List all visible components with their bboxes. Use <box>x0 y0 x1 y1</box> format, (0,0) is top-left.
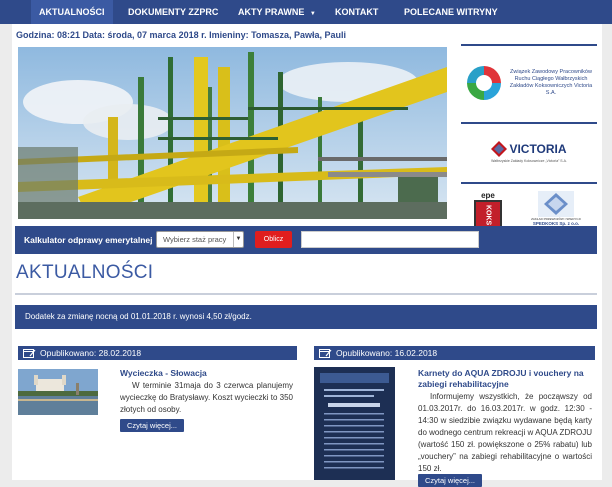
victoria-logo-subtext: Wałbrzyskie Zakłady Koksownicze „Victori… <box>491 159 567 163</box>
epe-logo-text: epe <box>481 191 495 200</box>
article-date-bar: Opublikowano: 16.02.2018 <box>314 346 595 360</box>
nav-item-dokumenty[interactable]: DOKUMENTY ZZPRC <box>128 0 218 24</box>
seniority-select[interactable]: Wybierz staż pracy ▼ <box>156 231 244 248</box>
calculator-label: Kalkulator odprawy emerytalnej <box>24 235 153 245</box>
calendar-edit-icon <box>23 349 36 358</box>
calendar-edit-icon <box>319 349 332 358</box>
spedkoks-logo-icon <box>538 191 574 217</box>
zzprc-logo-icon <box>467 66 501 100</box>
nav-item-aktualnosci[interactable]: AKTUALNOŚCI <box>31 0 113 24</box>
banner-image <box>18 47 447 219</box>
article-title[interactable]: Wycieczka - Słowacja <box>120 368 296 379</box>
industrial-plant-photo <box>18 47 447 219</box>
nav-item-akty-prawne[interactable]: AKTY PRAWNE ▼ <box>238 0 316 24</box>
retirement-calculator: Kalkulator odprawy emerytalnej Wybierz s… <box>15 226 597 254</box>
divider <box>461 44 597 46</box>
read-more-button[interactable]: Czytaj więcej... <box>120 419 185 432</box>
article-thumbnail[interactable] <box>314 367 395 480</box>
article-title[interactable]: Karnety do AQUA ZDROJU i vouchery na zab… <box>418 368 588 390</box>
price-list-photo <box>314 367 395 480</box>
victoria-logo-text: VICTORIA <box>509 142 567 156</box>
article-date: Opublikowano: 28.02.2018 <box>40 348 142 358</box>
nav-item-polecane-witryny[interactable]: POLECANE WITRYNY <box>404 0 498 24</box>
koks-logo-text: KOKS <box>484 204 492 226</box>
caret-down-icon: ▼ <box>309 11 316 17</box>
article-excerpt: Informujemy wszystkich, że począwszy od … <box>418 392 592 473</box>
article-date-bar: Opublikowano: 28.02.2018 <box>18 346 297 360</box>
read-more-button[interactable]: Czytaj więcej... <box>418 474 483 487</box>
calculator-result-field[interactable] <box>301 231 479 248</box>
divider <box>15 293 597 295</box>
zzprc-logo-link[interactable]: Związek Zawodowy Pracowników Ruchu Ciągł… <box>461 50 597 116</box>
top-nav: AKTUALNOŚCI DOKUMENTY ZZPRC AKTY PRAWNE … <box>0 0 612 24</box>
calculate-button[interactable]: Oblicz <box>255 231 292 248</box>
epe-koks-logo-link[interactable]: epe KOKS <box>470 191 506 231</box>
zzprc-logo-text: Związek Zawodowy Pracowników Ruchu Ciągł… <box>509 69 593 96</box>
page-content: Godzina: 08:21 Data: środa, 07 marca 201… <box>12 24 602 487</box>
chevron-down-icon: ▼ <box>233 232 243 247</box>
article-thumbnail[interactable] <box>18 369 98 415</box>
divider <box>461 122 597 124</box>
divider <box>461 182 597 184</box>
nav-item-akty-prawne-label: AKTY PRAWNE <box>238 7 305 17</box>
spedkoks-logo-link[interactable]: ZAKŁAD PRZEWOZÓW I SPEDYCJI SPEDKOKS Sp.… <box>524 191 588 231</box>
nav-item-kontakt[interactable]: KONTAKT <box>335 0 378 24</box>
victoria-logo-link[interactable]: VICTORIA Wałbrzyskie Zakłady Koksownicze… <box>461 128 597 176</box>
article-excerpt: W terminie 31maja do 3 czerwca planujemy… <box>120 381 293 414</box>
seniority-select-value: Wybierz staż pracy <box>163 235 227 244</box>
bratislava-castle-photo <box>18 369 98 415</box>
article-date: Opublikowano: 16.02.2018 <box>336 348 438 358</box>
date-info-bar: Godzina: 08:21 Data: środa, 07 marca 201… <box>16 30 346 40</box>
notice-banner: Dodatek za zmianę nocną od 01.01.2018 r.… <box>15 305 597 329</box>
page-title: AKTUALNOŚCI <box>16 262 154 283</box>
victoria-diamond-icon <box>491 141 508 157</box>
